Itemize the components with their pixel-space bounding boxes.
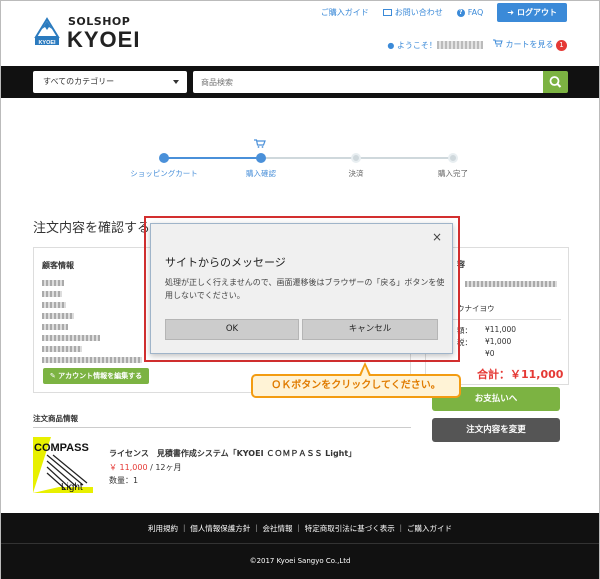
logo-badge-text: KYOEI — [38, 40, 56, 46]
logo-kyoei-text: KYOEI — [67, 27, 141, 52]
step-label-cart: ショッピングカート — [130, 169, 198, 178]
masked-username — [436, 41, 483, 49]
progress-track-active — [164, 157, 261, 159]
mountain-logo-icon: KYOEI — [34, 17, 60, 46]
category-select[interactable]: すべてのカテゴリー — [33, 71, 187, 93]
order-line-value: ¥1,000 — [485, 337, 512, 346]
logout-button[interactable]: ➜ ログアウト — [497, 3, 567, 22]
masked-customer-line — [42, 302, 66, 308]
faq-link[interactable]: ? FAQ — [456, 8, 483, 17]
masked-customer-line — [42, 291, 62, 297]
step-label-confirm: 購入確認 — [246, 169, 276, 178]
product-name[interactable]: ライセンス 見積書作成システム「KYOEI ＣＯＭＰＡＳＳ Light」 — [109, 448, 356, 459]
product-image-title: COMPASS — [34, 442, 89, 454]
cancel-button[interactable]: キャンセル — [302, 319, 438, 340]
edit-account-button[interactable]: ✎ アカウント情報を編集する — [43, 368, 149, 384]
step-dot-payment — [351, 153, 361, 163]
top-links: ご購入ガイド お問い合わせ ? FAQ ➜ ログアウト — [321, 3, 567, 22]
product-image: COMPASS Light — [33, 437, 93, 493]
customer-info-title: 顧客情報 — [42, 261, 74, 270]
step-label-payment: 決済 — [348, 169, 364, 178]
mail-icon — [382, 9, 392, 16]
masked-order-line — [465, 281, 557, 287]
search-icon — [549, 76, 562, 88]
callout-pointer-inner — [361, 366, 369, 376]
divider — [33, 427, 411, 428]
cart-count-badge: 1 — [556, 40, 567, 51]
compass-product-graphic: COMPASS Light — [33, 437, 93, 493]
masked-customer-line — [42, 346, 82, 352]
cart-link[interactable]: カートを見る 1 — [492, 39, 567, 51]
dialog-title: サイトからのメッセージ — [165, 256, 286, 269]
contact-link[interactable]: お問い合わせ — [382, 7, 443, 18]
user-line: ● ようこそ！ カートを見る 1 — [387, 39, 567, 51]
cart-step-icon — [254, 139, 266, 148]
chevron-down-icon — [173, 80, 179, 84]
order-summary-reading: ウナイヨウ — [457, 304, 495, 313]
product-quantity: 数量：1 — [109, 476, 139, 485]
masked-customer-line — [42, 324, 68, 330]
order-line-value: ¥0 — [485, 349, 495, 358]
search-input[interactable] — [193, 71, 543, 93]
masked-customer-line — [42, 357, 142, 363]
ok-button[interactable]: OK — [165, 319, 299, 340]
edit-icon: ✎ — [49, 372, 56, 380]
site-logo[interactable]: KYOEI SOLSHOP KYOEI — [33, 13, 143, 53]
masked-customer-line — [42, 280, 64, 286]
step-dot-complete — [448, 153, 458, 163]
divider — [1, 543, 599, 544]
dialog-message: 処理が正しく行えませんので、画面遷移後はブラウザーの「戻る」ボタンを使用しないで… — [165, 278, 445, 300]
step-dot-confirm — [256, 153, 266, 163]
logout-arrow-icon: ➜ — [507, 8, 514, 17]
search-button[interactable] — [543, 71, 568, 93]
product-price: ￥ 11,000 / 12ヶ月 — [109, 463, 182, 472]
masked-customer-line — [42, 313, 74, 319]
footer-links[interactable]: 利用規約 ｜ 個人情報保護方針 ｜ 会社情報 ｜ 特定商取引法に基づく表示 ｜ … — [1, 523, 599, 534]
cart-icon — [492, 39, 503, 47]
order-line-value: ¥11,000 — [485, 325, 517, 334]
question-icon: ? — [456, 8, 465, 17]
ordered-items-title: 注文商品情報 — [33, 414, 78, 423]
instruction-callout: ＯＫボタンをクリックしてください。 — [251, 374, 461, 398]
step-dot-cart — [159, 153, 169, 163]
user-icon: ● — [387, 40, 395, 50]
close-icon[interactable]: × — [432, 230, 442, 244]
masked-customer-line — [42, 335, 100, 341]
site-footer: 利用規約 ｜ 個人情報保護方針 ｜ 会社情報 ｜ 特定商取引法に基づく表示 ｜ … — [1, 513, 599, 579]
search-bar: すべてのカテゴリー — [1, 66, 599, 98]
site-message-dialog: × サイトからのメッセージ 処理が正しく行えませんので、画面遷移後はブラウザーの… — [150, 223, 453, 354]
guide-link[interactable]: ご購入ガイド — [321, 7, 369, 18]
order-total: 合計：￥11,000 — [477, 368, 564, 381]
welcome-text: ● ようこそ！ — [387, 40, 483, 51]
step-label-complete: 購入完了 — [438, 169, 468, 178]
copyright: ©2017 Kyoei Sangyo Co.,Ltd — [249, 557, 351, 565]
product-image-subtitle: Light — [61, 482, 83, 493]
change-order-button[interactable]: 注文内容を変更 — [432, 418, 560, 442]
page-title: 注文内容を確認する — [33, 221, 151, 236]
